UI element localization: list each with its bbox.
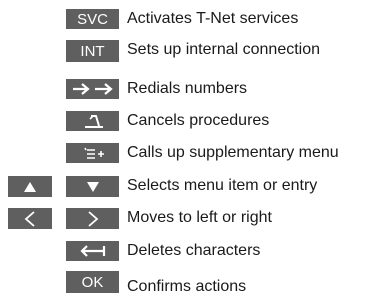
int-description: Sets up internal connection bbox=[127, 41, 321, 58]
svc-key: SVC bbox=[66, 9, 119, 29]
supplementary-menu-icon bbox=[83, 147, 104, 159]
left-chevron-icon bbox=[24, 210, 35, 227]
hang-up-icon bbox=[84, 115, 103, 128]
backspace-arrow-icon bbox=[79, 245, 105, 257]
up-key bbox=[8, 176, 52, 197]
right-key bbox=[66, 208, 119, 229]
select-description: Selects menu item or entry bbox=[127, 177, 318, 194]
svc-description: Activates T-Net services bbox=[127, 10, 299, 27]
int-key-label: INT bbox=[80, 42, 105, 60]
menu-key bbox=[66, 143, 119, 163]
ok-key: OK bbox=[66, 271, 119, 293]
down-triangle-icon bbox=[86, 181, 99, 192]
svc-key-label: SVC bbox=[77, 10, 108, 28]
redial-description: Redials numbers bbox=[127, 80, 248, 97]
cancel-key bbox=[66, 111, 119, 131]
right-chevron-icon bbox=[87, 210, 98, 227]
ok-key-label: OK bbox=[81, 273, 104, 291]
down-key bbox=[66, 176, 119, 197]
move-description: Moves to left or right bbox=[127, 209, 272, 226]
delete-key bbox=[66, 241, 119, 261]
menu-description: Calls up supplementary menu bbox=[127, 144, 339, 161]
ok-description: Confirms actions bbox=[127, 278, 247, 295]
int-key: INT bbox=[66, 40, 119, 62]
left-key bbox=[8, 208, 52, 229]
redial-key bbox=[66, 79, 119, 99]
up-triangle-icon bbox=[24, 181, 36, 192]
delete-description: Deletes characters bbox=[127, 242, 261, 259]
cancel-description: Cancels procedures bbox=[127, 112, 270, 129]
redial-arrows-icon bbox=[72, 83, 113, 95]
